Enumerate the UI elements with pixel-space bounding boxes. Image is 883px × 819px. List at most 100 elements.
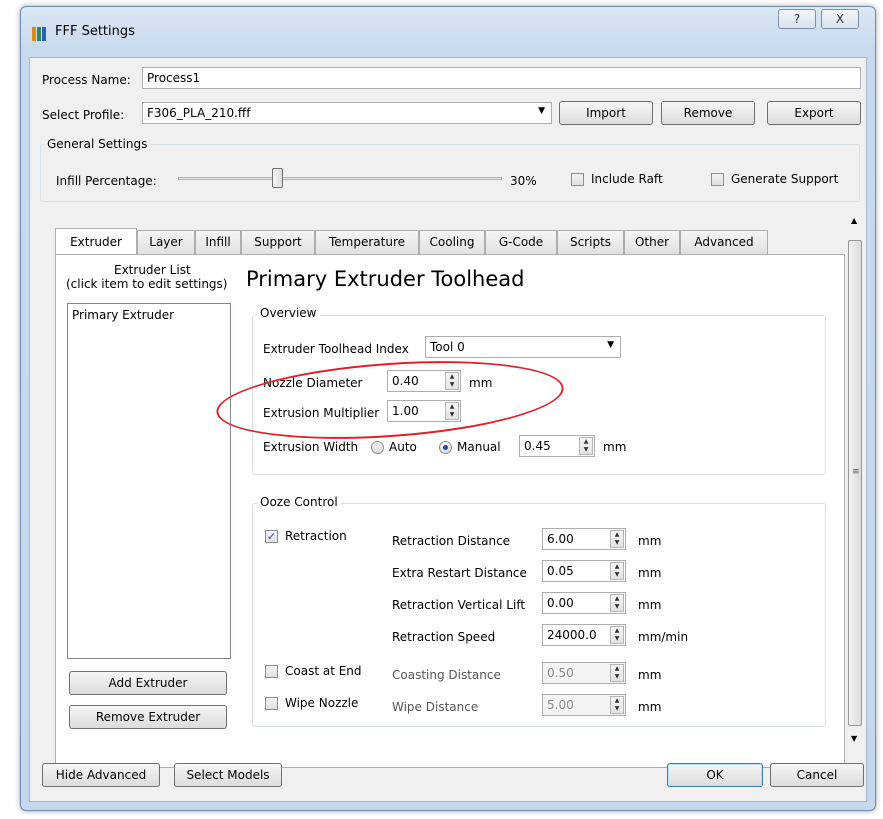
extruder-list-hint: (click item to edit settings) — [66, 277, 228, 291]
hide-advanced-button[interactable]: Hide Advanced — [42, 763, 160, 787]
retraction-checkbox[interactable]: ✓ — [265, 530, 278, 543]
profile-select[interactable]: F306_PLA_210.fff ▼ — [142, 102, 552, 124]
grip-icon: ≡ — [852, 467, 860, 477]
coasting-distance-label: Coasting Distance — [392, 668, 501, 682]
toolhead-index-value: Tool 0 — [430, 340, 465, 354]
window-title: FFF Settings — [55, 24, 135, 39]
wipe-distance-spinbox[interactable]: 5.00 ▲ ▼ — [542, 694, 626, 716]
retraction-speed-unit: mm/min — [638, 630, 689, 644]
tab-layer[interactable]: Layer — [137, 230, 195, 254]
tab-support[interactable]: Support — [241, 230, 315, 254]
wipe-distance-unit: mm — [638, 700, 662, 714]
tab-extruder[interactable]: Extruder — [55, 228, 137, 254]
dialog-client: Process Name: Process1 Select Profile: F… — [29, 57, 867, 802]
infill-slider[interactable] — [178, 177, 502, 180]
export-button[interactable]: Export — [767, 101, 861, 125]
updown-arrows-icon[interactable]: ▲ ▼ — [579, 437, 593, 455]
retraction-label: Retraction — [285, 529, 347, 543]
retraction-distance-label: Retraction Distance — [392, 534, 511, 548]
extrusion-width-label: Extrusion Width — [263, 440, 359, 454]
title-bar[interactable]: FFF Settings ? X — [21, 7, 875, 57]
general-settings-title: General Settings — [44, 137, 151, 151]
tab-g-code[interactable]: G-Code — [485, 230, 557, 254]
infill-percentage-value: 30% — [510, 174, 537, 188]
remove-extruder-button[interactable]: Remove Extruder — [69, 705, 227, 729]
retraction-distance-unit: mm — [638, 534, 662, 548]
extra-restart-distance-value: 0.05 — [547, 564, 574, 578]
extrusion-width-auto-radio[interactable] — [371, 441, 384, 454]
extra-restart-distance-label: Extra Restart Distance — [392, 566, 527, 580]
retraction-vertical-lift-spinbox[interactable]: 0.00 ▲ ▼ — [542, 592, 626, 614]
ok-button[interactable]: OK — [667, 763, 763, 787]
ooze-control-title: Ooze Control — [257, 495, 341, 509]
extra-restart-distance-unit: mm — [638, 566, 662, 580]
extrusion-width-spinbox[interactable]: 0.45 ▲ ▼ — [519, 435, 595, 457]
wipe-distance-value: 5.00 — [547, 698, 574, 712]
retraction-speed-value: 24000.0 — [547, 628, 597, 642]
select-models-button[interactable]: Select Models — [174, 763, 282, 787]
dropdown-arrow-icon: ▼ — [607, 340, 614, 350]
process-name-input[interactable]: Process1 — [142, 67, 861, 89]
coasting-distance-value: 0.50 — [547, 666, 574, 680]
tab-scripts[interactable]: Scripts — [557, 230, 624, 254]
updown-arrows-icon[interactable]: ▲ ▼ — [610, 696, 624, 714]
extrusion-width-manual-radio[interactable] — [439, 441, 452, 454]
tab-advanced[interactable]: Advanced — [680, 230, 768, 254]
app-icon — [32, 27, 48, 41]
cancel-button[interactable]: Cancel — [770, 763, 864, 787]
scroll-up-icon[interactable]: ▲ — [851, 216, 857, 225]
infill-percentage-label: Infill Percentage: — [56, 174, 157, 188]
add-extruder-button[interactable]: Add Extruder — [69, 671, 227, 695]
scroll-down-icon[interactable]: ▼ — [851, 734, 857, 743]
generate-support-checkbox[interactable] — [711, 173, 724, 186]
updown-arrows-icon[interactable]: ▲ ▼ — [610, 530, 624, 548]
profile-select-value: F306_PLA_210.fff — [147, 106, 251, 120]
fff-settings-dialog: FFF Settings ? X Process Name: Process1 … — [20, 6, 876, 811]
extruder-list-item[interactable]: Primary Extruder — [68, 306, 230, 326]
scrollbar-thumb[interactable]: ≡ — [848, 240, 862, 726]
tab-bar: Extruder Layer Infill Support Temperatur… — [55, 228, 845, 256]
manual-label: Manual — [457, 440, 501, 454]
extruder-heading: Primary Extruder Toolhead — [246, 267, 525, 291]
include-raft-checkbox[interactable] — [571, 173, 584, 186]
coast-at-end-checkbox[interactable] — [265, 665, 278, 678]
extrusion-width-unit: mm — [603, 440, 627, 454]
help-button[interactable]: ? — [778, 9, 816, 29]
updown-arrows-icon[interactable]: ▲ ▼ — [610, 626, 624, 644]
extruder-tab-pane: Extruder List (click item to edit settin… — [55, 254, 845, 768]
wipe-nozzle-checkbox[interactable] — [265, 697, 278, 710]
coasting-distance-unit: mm — [638, 668, 662, 682]
updown-arrows-icon[interactable]: ▲ ▼ — [610, 562, 624, 580]
updown-arrows-icon[interactable]: ▲ ▼ — [610, 594, 624, 612]
retraction-vertical-lift-label: Retraction Vertical Lift — [392, 598, 526, 612]
auto-label: Auto — [389, 440, 417, 454]
tab-infill[interactable]: Infill — [195, 230, 241, 254]
include-raft-label: Include Raft — [591, 172, 663, 186]
import-button[interactable]: Import — [559, 101, 653, 125]
retraction-vertical-lift-unit: mm — [638, 598, 662, 612]
dropdown-arrow-icon: ▼ — [538, 106, 545, 116]
retraction-speed-label: Retraction Speed — [392, 630, 496, 644]
coast-at-end-label: Coast at End — [285, 664, 362, 678]
select-profile-label: Select Profile: — [42, 108, 125, 122]
tab-temperature[interactable]: Temperature — [315, 230, 419, 254]
retraction-speed-spinbox[interactable]: 24000.0 ▲ ▼ — [542, 624, 626, 646]
retraction-vertical-lift-value: 0.00 — [547, 596, 574, 610]
generate-support-label: Generate Support — [731, 172, 839, 186]
toolhead-index-label: Extruder Toolhead Index — [263, 342, 409, 356]
coasting-distance-spinbox[interactable]: 0.50 ▲ ▼ — [542, 662, 626, 684]
extra-restart-distance-spinbox[interactable]: 0.05 ▲ ▼ — [542, 560, 626, 582]
updown-arrows-icon[interactable]: ▲ ▼ — [610, 664, 624, 682]
tab-cooling[interactable]: Cooling — [419, 230, 485, 254]
toolhead-index-select[interactable]: Tool 0 ▼ — [425, 336, 621, 358]
remove-profile-button[interactable]: Remove — [661, 101, 755, 125]
close-button[interactable]: X — [821, 9, 859, 29]
process-name-label: Process Name: — [42, 73, 131, 87]
infill-slider-thumb[interactable] — [271, 168, 283, 188]
tab-other[interactable]: Other — [624, 230, 680, 254]
retraction-distance-spinbox[interactable]: 6.00 ▲ ▼ — [542, 528, 626, 550]
extruder-list: Primary Extruder — [67, 303, 231, 659]
overview-title: Overview — [257, 306, 320, 320]
retraction-distance-value: 6.00 — [547, 532, 574, 546]
vertical-scrollbar[interactable]: ▲ ≡ ▼ — [847, 210, 864, 750]
